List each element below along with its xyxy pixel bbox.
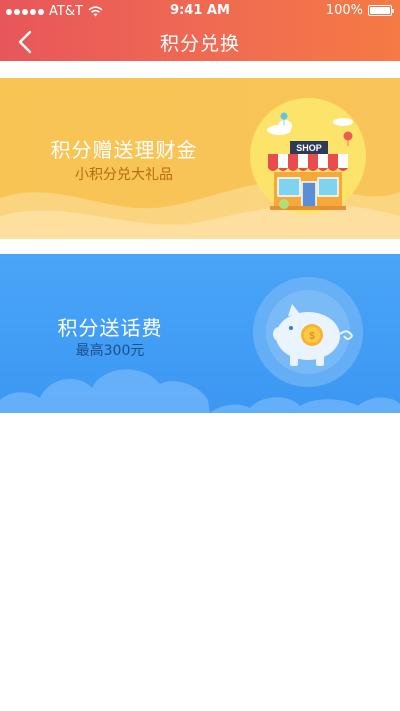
banner-title: 积分赠送理财金 bbox=[50, 138, 198, 162]
nav-bar: 积分兑换 bbox=[0, 22, 400, 61]
app-header: AT&T 9:41 AM 100% 积分兑换 bbox=[0, 0, 400, 61]
svg-text:$: $ bbox=[309, 331, 315, 342]
page-title: 积分兑换 bbox=[159, 33, 240, 55]
status-right: 100% bbox=[325, 3, 394, 18]
battery-percent: 100% bbox=[325, 3, 363, 18]
shop-illustration: SHOP bbox=[250, 98, 366, 214]
piggy-bank-illustration: $ bbox=[253, 277, 363, 387]
battery-icon bbox=[368, 5, 394, 16]
banner-subtitle: 小积分兑大礼品 bbox=[75, 167, 173, 183]
status-bar: AT&T 9:41 AM 100% bbox=[0, 0, 400, 22]
banner-points-financial[interactable]: SHOP 积分赠送理财金 小积分兑大礼品 bbox=[0, 78, 400, 239]
banner-subtitle: 最高300元 bbox=[75, 343, 145, 359]
banner-title: 积分送话费 bbox=[57, 316, 163, 340]
banner-points-phone-credit[interactable]: $ 积分送话费 最高300元 bbox=[0, 254, 400, 413]
shop-sign-text: SHOP bbox=[296, 143, 322, 153]
